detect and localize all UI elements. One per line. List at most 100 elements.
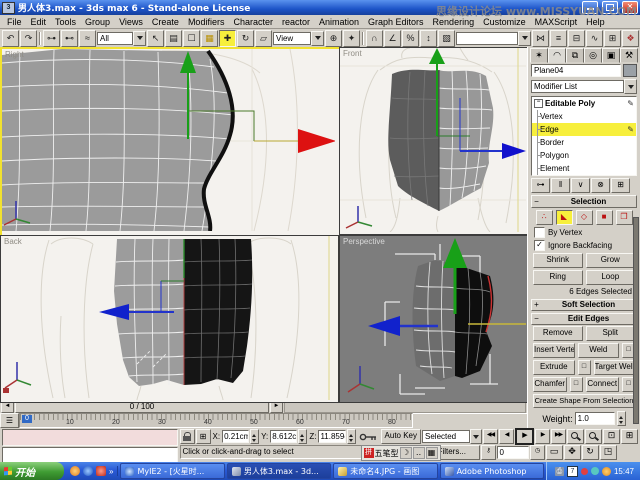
ignore-backfacing-checkbox[interactable]: ✓ — [534, 239, 545, 251]
stack-item-vertex[interactable]: Vertex — [532, 110, 636, 123]
dropdown-arrow-icon[interactable] — [133, 30, 146, 46]
ime-logo-icon[interactable]: 拼 — [363, 448, 374, 458]
go-to-end-button[interactable]: ▶▶ — [551, 429, 566, 444]
track-bar-ruler[interactable]: 0 10 20 30 40 50 60 70 80 — [19, 413, 413, 428]
quick-launch-chevron[interactable]: » — [109, 467, 113, 476]
viewport-back-canvas[interactable] — [1, 236, 336, 400]
clock[interactable]: 15:47 — [614, 467, 634, 476]
mesh-surface-light[interactable] — [439, 70, 494, 211]
viewport-back[interactable]: Back — [0, 235, 339, 403]
x-axis-arrow[interactable] — [368, 316, 400, 336]
tab-motion[interactable]: ◎ — [584, 48, 602, 63]
dropdown-arrow-icon[interactable] — [311, 30, 324, 46]
grow-button[interactable]: Grow — [585, 252, 635, 268]
menu-tools[interactable]: Tools — [51, 17, 80, 27]
object-name-field[interactable]: Plane04 — [531, 64, 621, 77]
previous-frame-button[interactable]: ◀ — [499, 429, 514, 444]
go-to-start-button[interactable]: ◀◀ — [483, 429, 498, 444]
printer-tray-icon[interactable]: ⎙ — [554, 466, 564, 476]
select-and-link-button[interactable]: ⊶ — [43, 29, 60, 47]
selection-rollout-header[interactable]: − Selection — [531, 195, 637, 208]
reference-coordinate-dropdown[interactable]: View — [273, 30, 324, 46]
window-crossing-button[interactable]: ▦ — [201, 29, 218, 47]
menu-help[interactable]: Help — [582, 17, 609, 27]
connect-button[interactable]: Connect — [585, 377, 619, 392]
create-shape-button[interactable]: Create Shape From Selection — [533, 394, 635, 408]
key-selection-dropdown[interactable]: Selected — [422, 429, 482, 444]
viewport-perspective[interactable]: Perspective — [339, 235, 529, 403]
viewport-back-label[interactable]: Back — [4, 237, 22, 246]
tab-utilities[interactable]: ⚒ — [620, 48, 638, 63]
viewport-right-label[interactable]: Right — [5, 50, 24, 59]
taskbar-item-paint[interactable]: 未命名4.JPG - 画图 — [333, 463, 438, 479]
tab-hierarchy[interactable]: ⧉ — [566, 48, 584, 63]
select-and-manipulate-button[interactable]: ✦ — [343, 29, 360, 47]
tab-modify[interactable]: ◠ — [548, 48, 566, 63]
chamfer-settings-button[interactable]: □ — [569, 377, 583, 392]
ime-mode-label[interactable]: 五笔型 — [375, 448, 399, 459]
collapse-icon[interactable]: − — [534, 99, 543, 108]
menu-rendering[interactable]: Rendering — [429, 17, 479, 27]
dropdown-arrow-icon[interactable] — [469, 429, 482, 444]
angle-snap-button[interactable]: ∠ — [384, 29, 401, 47]
tab-create[interactable]: ✶ — [530, 48, 548, 63]
shrink-button[interactable]: Shrink — [533, 252, 583, 268]
viewport-front-canvas[interactable] — [340, 48, 526, 232]
vertex-subobject-button[interactable]: ∴ — [535, 209, 553, 225]
language-bar-icon[interactable]: 7 — [566, 465, 578, 477]
target-weld-button[interactable]: Target Weld — [593, 360, 635, 375]
menu-edit[interactable]: Edit — [27, 17, 51, 27]
menu-file[interactable]: File — [3, 17, 26, 27]
region-zoom-button[interactable]: ▭ — [545, 445, 563, 460]
viewport-front[interactable]: Front — [339, 47, 529, 235]
z-spinner[interactable] — [346, 429, 356, 444]
key-mode-toggle[interactable]: ⚷ — [480, 445, 496, 460]
by-vertex-checkbox[interactable] — [534, 226, 545, 238]
dropdown-arrow-icon[interactable] — [518, 30, 531, 46]
chamfer-button[interactable]: Chamfer — [533, 377, 567, 392]
stack-item-element[interactable]: Element — [532, 162, 636, 175]
qq-tray-icon[interactable] — [601, 466, 611, 476]
current-frame-field[interactable]: 0 — [496, 446, 529, 459]
stack-item-editable-poly[interactable]: − Editable Poly ✎ — [532, 97, 636, 110]
named-selection-sets-button[interactable]: ▧ — [438, 29, 455, 47]
named-selection-dropdown[interactable] — [456, 30, 531, 46]
x-axis-arrow[interactable] — [99, 304, 129, 320]
viewport-right-canvas[interactable] — [2, 49, 335, 231]
menu-reactor[interactable]: reactor — [278, 17, 314, 27]
unlink-selection-button[interactable]: ⊷ — [61, 29, 78, 47]
use-pivot-center-button[interactable]: ⊕ — [325, 29, 342, 47]
mesh-surface-light[interactable] — [412, 260, 456, 381]
start-button[interactable]: 开始 — [0, 462, 64, 480]
select-by-name-button[interactable]: ▤ — [165, 29, 182, 47]
mini-listener-button[interactable]: ☰ — [0, 413, 19, 428]
ring-button[interactable]: Ring — [533, 269, 583, 285]
minimize-button[interactable] — [582, 1, 598, 14]
element-subobject-button[interactable]: ❒ — [615, 209, 633, 225]
media-player-icon[interactable] — [70, 466, 80, 476]
y-axis-arrow[interactable] — [429, 48, 445, 64]
rollout-scrollbar[interactable] — [633, 217, 639, 424]
stack-item-border[interactable]: Border — [532, 136, 636, 149]
edit-edges-rollout-header[interactable]: − Edit Edges — [531, 312, 637, 325]
y-axis-arrow[interactable] — [443, 238, 467, 268]
app-shortcut-icon[interactable] — [96, 466, 106, 476]
ime-softkeyboard-icon[interactable]: ▦ — [425, 447, 438, 459]
object-color-swatch[interactable] — [623, 64, 637, 77]
make-unique-button[interactable]: ∨ — [571, 178, 590, 194]
weight-field[interactable]: 1.0 — [574, 412, 615, 425]
modifier-list-dropdown[interactable]: Modifier List — [531, 79, 637, 94]
selection-lock-button[interactable] — [179, 429, 195, 444]
y-spinner[interactable] — [298, 429, 308, 444]
x-axis-arrow[interactable] — [298, 129, 335, 153]
select-object-button[interactable]: ↖ — [147, 29, 164, 47]
frame-indicator[interactable]: 0 — [22, 415, 32, 423]
mesh-surface-dark[interactable] — [455, 264, 494, 378]
internet-explorer-icon[interactable] — [83, 466, 93, 476]
select-and-scale-button[interactable]: ▱ — [255, 29, 272, 47]
stack-item-edge[interactable]: Edge ✎ — [532, 123, 636, 136]
pan-button[interactable]: ✥ — [563, 445, 581, 460]
remove-modifier-button[interactable]: ⊗ — [591, 178, 610, 194]
polygon-subobject-button[interactable]: ■ — [595, 209, 613, 225]
extrude-button[interactable]: Extrude — [533, 360, 575, 375]
